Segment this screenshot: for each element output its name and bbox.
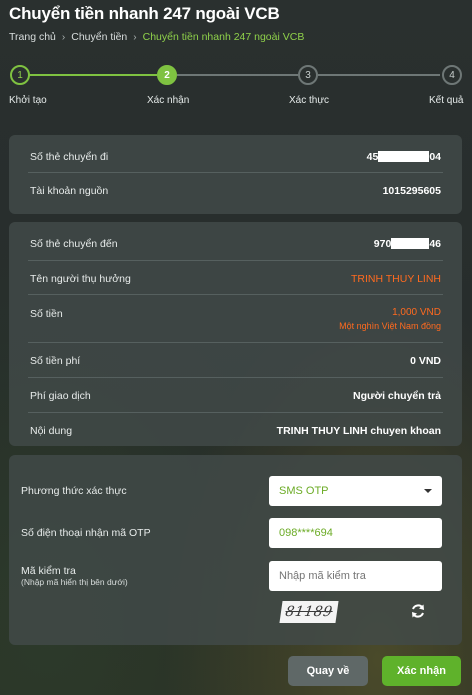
otp-phone-value: 098****694 <box>279 527 333 539</box>
captcha-label: Mã kiểm tra <box>21 565 76 577</box>
beneficiary-label: Tên người thụ hưởng <box>30 273 131 285</box>
amount-in-words: Một nghìn Việt Nam đồng <box>339 321 441 331</box>
breadcrumb-current: Chuyển tiền nhanh 247 ngoài VCB <box>142 31 305 43</box>
fee-type-value: Người chuyển trả <box>353 390 441 402</box>
breadcrumb-transfer-link[interactable]: Chuyển tiền <box>71 31 127 43</box>
fee-type-label: Phí giao dịch <box>30 390 91 402</box>
source-account-number: 1015295605 <box>382 185 441 197</box>
step-4-indicator: 4 <box>442 65 462 85</box>
content-value: TRINH THUY LINH chuyen khoan <box>276 425 441 437</box>
caret-down-icon <box>424 489 432 493</box>
fee-label: Số tiền phí <box>30 355 81 367</box>
auth-method-select[interactable]: SMS OTP <box>269 476 442 506</box>
dest-card-number: 970 46 <box>373 238 441 250</box>
source-card-number: 45 04 <box>366 151 441 163</box>
confirm-button[interactable]: Xác nhận <box>382 656 461 686</box>
auth-method-label: Phương thức xác thực <box>21 485 127 497</box>
content-label: Nội dung <box>30 425 73 437</box>
masked-digits <box>378 151 430 162</box>
step-2-label: Xác nhận <box>147 95 190 106</box>
content-row: Nội dung TRINH THUY LINH chuyen khoan <box>28 413 443 446</box>
step-connector <box>318 74 440 76</box>
amount-value: 1,000 VND <box>392 307 441 318</box>
fee-row: Số tiền phí 0 VND <box>28 343 443 378</box>
step-3-indicator: 3 <box>298 65 318 85</box>
captcha-label-group: Mã kiểm tra (Nhập mã hiển thị bên dưới) <box>21 565 128 587</box>
refresh-icon[interactable] <box>410 603 426 619</box>
fee-type-row: Phí giao dịch Người chuyển trả <box>28 378 443 413</box>
step-connector <box>29 74 157 76</box>
step-1-indicator: 1 <box>10 65 30 85</box>
amount-label: Số tiền <box>30 308 63 320</box>
chevron-right-icon: › <box>61 31 66 43</box>
otp-phone-field: 098****694 <box>269 518 442 548</box>
step-4-label: Kết quả <box>429 95 464 106</box>
back-button[interactable]: Quay về <box>288 656 368 686</box>
otp-phone-label: Số điện thoại nhận mã OTP <box>21 527 151 539</box>
breadcrumb-home-link[interactable]: Trang chủ <box>9 31 56 43</box>
captcha-image: 81189 <box>279 601 339 623</box>
source-account-card: Số thẻ chuyển đi 45 04 Tài khoản nguồn 10… <box>9 135 462 214</box>
captcha-input[interactable] <box>269 561 442 591</box>
captcha-hint: (Nhập mã hiển thị bên dưới) <box>21 577 128 587</box>
beneficiary-row: Tên người thụ hưởng TRINH THUY LINH <box>28 261 443 295</box>
dest-card-row: Số thẻ chuyển đến 970 46 <box>28 222 443 261</box>
progress-stepper: 1 2 3 4 Khởi tạo Xác nhận Xác thực Kết q… <box>0 62 472 112</box>
transfer-details-card: Số thẻ chuyển đến 970 46 Tên người thụ hư… <box>9 222 462 446</box>
breadcrumb: Trang chủ › Chuyển tiền › Chuyển tiền nh… <box>9 31 304 43</box>
step-1-label: Khởi tạo <box>9 95 47 106</box>
amount-row: Số tiền 1,000 VND Một nghìn Việt Nam đồn… <box>28 295 443 343</box>
masked-digits <box>391 238 430 249</box>
source-account-row: Tài khoản nguồn 1015295605 <box>28 173 443 211</box>
auth-method-value: SMS OTP <box>279 485 329 497</box>
fee-value: 0 VND <box>410 355 441 367</box>
step-connector <box>177 74 298 76</box>
source-account-label: Tài khoản nguồn <box>30 185 109 197</box>
beneficiary-name: TRINH THUY LINH <box>350 273 441 285</box>
page-title: Chuyển tiền nhanh 247 ngoài VCB <box>9 4 280 23</box>
chevron-right-icon: › <box>133 31 137 43</box>
source-card-label: Số thẻ chuyển đi <box>30 151 109 163</box>
dest-card-label: Số thẻ chuyển đến <box>30 238 118 250</box>
source-card-row: Số thẻ chuyển đi 45 04 <box>28 135 443 173</box>
step-3-label: Xác thực <box>289 95 330 106</box>
step-2-indicator: 2 <box>157 65 177 85</box>
